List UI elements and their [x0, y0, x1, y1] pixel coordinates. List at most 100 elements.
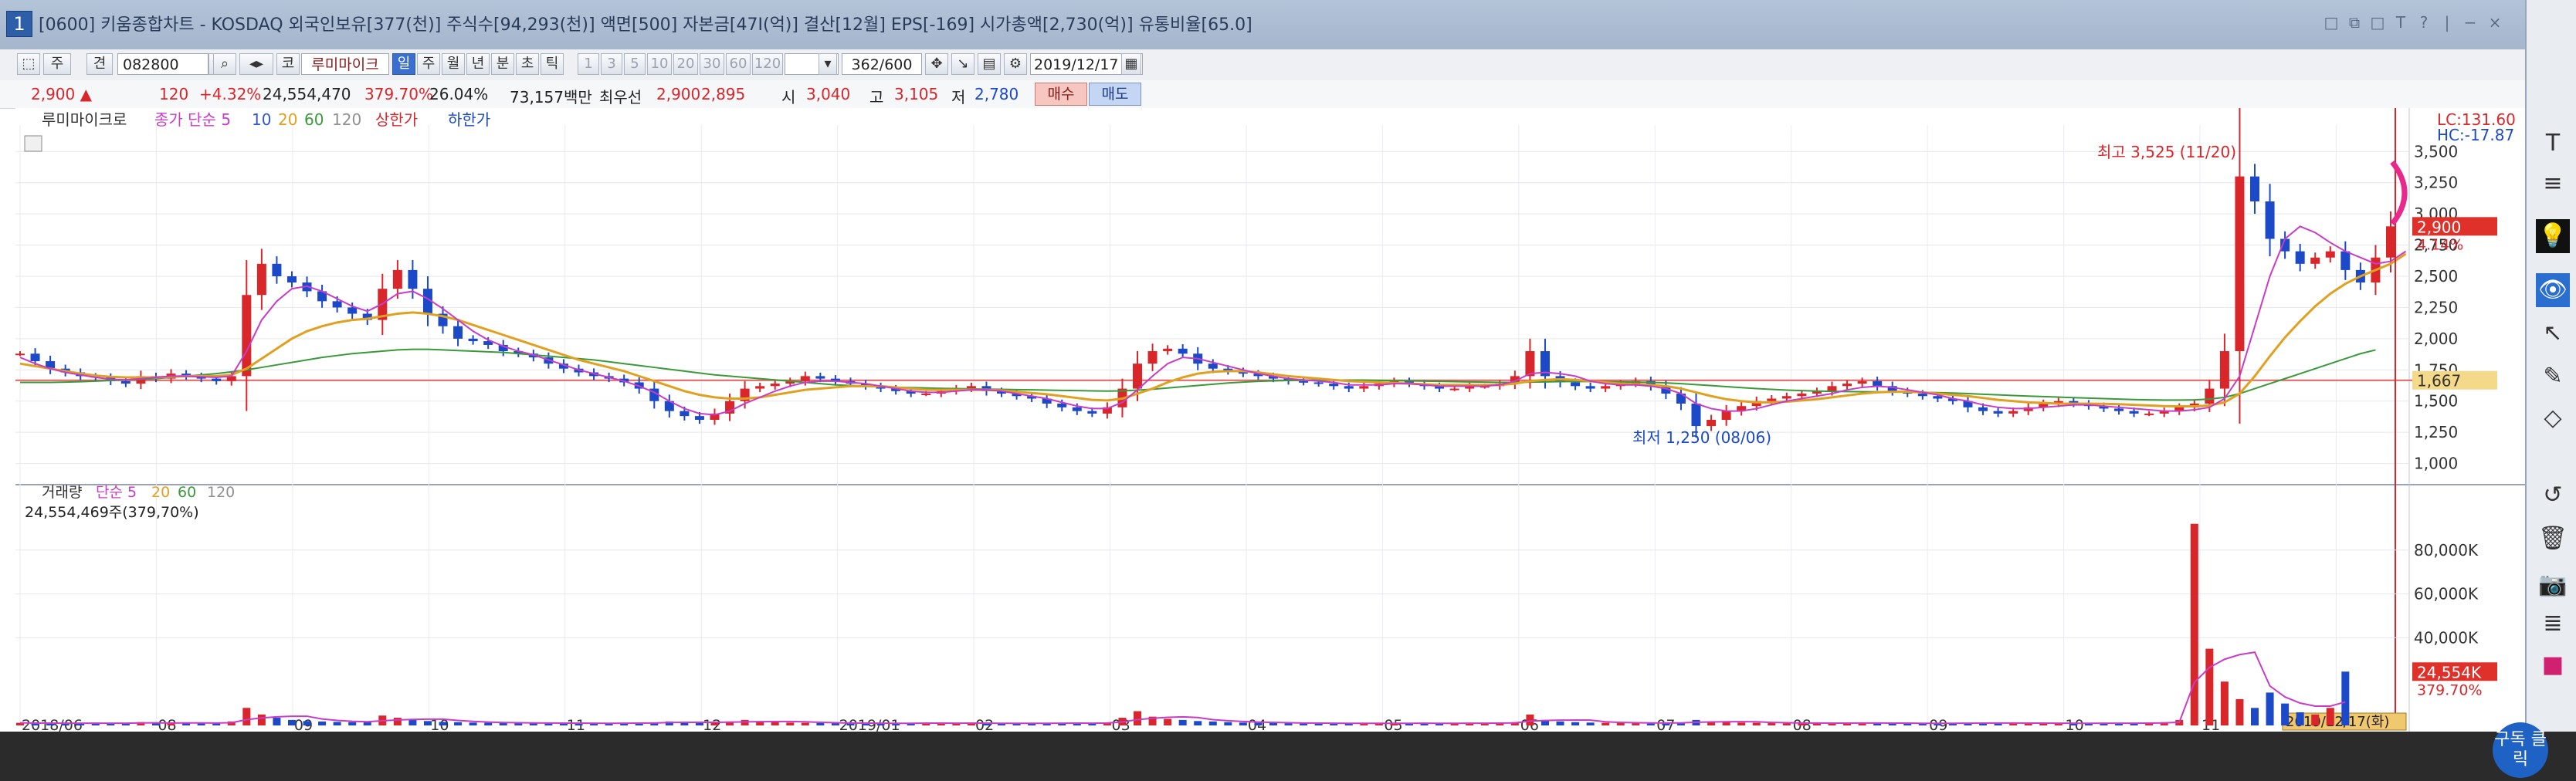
bottom-bar [0, 732, 2576, 781]
volume-bar [303, 721, 311, 725]
search-icon[interactable]: ⌕ [213, 53, 236, 75]
minute-30-button[interactable]: 30 [700, 53, 724, 75]
period-tick-button[interactable]: 틱 [541, 53, 564, 75]
candle-body [2219, 351, 2229, 389]
candle-body [921, 394, 931, 396]
minute-60-button[interactable]: 60 [726, 53, 751, 75]
app-icon[interactable]: 1 [6, 11, 32, 37]
pen-icon[interactable]: ✎ [2536, 360, 2570, 394]
minute-120-button[interactable]: 120 [752, 53, 783, 75]
minimize-icon[interactable]: − [2460, 12, 2480, 32]
minute-1-button[interactable]: 1 [578, 53, 599, 75]
camera-icon[interactable]: 📷 [2536, 568, 2570, 602]
period-week-button[interactable]: 주 [417, 53, 440, 75]
pct-tag: 4.14% [2417, 236, 2463, 253]
stock-prefix-button[interactable]: 코 [276, 53, 300, 75]
minute-3-button[interactable]: 3 [601, 53, 622, 75]
gear-icon[interactable]: ⚙ [1004, 53, 1027, 75]
main-menu-button[interactable]: 주 [43, 53, 71, 75]
volume-bar [318, 721, 327, 725]
trend-icon[interactable]: ↘ [951, 53, 974, 75]
period-year-button[interactable]: 년 [466, 53, 490, 75]
candle-body [2129, 411, 2139, 414]
volume-bar [363, 722, 371, 725]
candle-body [1344, 386, 1354, 389]
volume-bar [771, 722, 779, 725]
grid-toggle-icon[interactable] [24, 135, 42, 152]
crosshair-icon[interactable]: ✥ [925, 53, 948, 75]
save-icon[interactable]: ▤ [978, 53, 1001, 75]
bid-price: 2,895 [701, 85, 746, 103]
candle-body [30, 353, 40, 361]
candle-body [1525, 351, 1535, 377]
volume-ratio: 379.70% [364, 85, 433, 103]
volume-bar [393, 718, 402, 725]
data-count-field[interactable]: 362/600 [842, 53, 922, 75]
candle-body [1691, 403, 1701, 427]
candle-body [2386, 226, 2395, 258]
volume-legend-ma5: 단순 5 [96, 484, 137, 501]
price-tick-label: 1,500 [2414, 392, 2458, 411]
period-minute-button[interactable]: 분 [491, 53, 514, 75]
minute-20-button[interactable]: 20 [673, 53, 698, 75]
eraser-icon[interactable]: ◇ [2536, 401, 2570, 435]
window-title: [0600] 키움종합차트 - KOSDAQ 외국인보유[377(천)] 주식수… [39, 15, 1252, 35]
period-month-button[interactable]: 월 [442, 53, 465, 75]
candle-body [212, 378, 222, 381]
close-icon[interactable]: × [2485, 12, 2505, 32]
volume-bar [423, 721, 432, 725]
candle-body [332, 301, 342, 308]
subscribe-watermark: 구독 클릭 [2493, 722, 2548, 778]
prev-next-icon[interactable]: ◂▸ [239, 53, 273, 75]
sell-button[interactable]: 매도 [1089, 83, 1141, 106]
candle-body [2008, 411, 2018, 414]
layout-icon[interactable]: ⬚ [17, 53, 40, 75]
stock-name-field[interactable]: 루미마이크 [301, 53, 389, 75]
candle-body [815, 376, 825, 379]
low-label: 저 [951, 88, 966, 106]
buy-button[interactable]: 매수 [1035, 83, 1087, 106]
period-second-button[interactable]: 초 [516, 53, 539, 75]
text-icon[interactable]: T [2391, 12, 2411, 32]
candle-body [2144, 413, 2154, 415]
calendar-icon[interactable]: ▦ [1121, 53, 1141, 75]
candle-body [2295, 251, 2305, 264]
text-tool-icon[interactable]: T [2536, 127, 2570, 161]
period-type-button[interactable]: 견 [86, 53, 113, 75]
lightbulb-icon[interactable]: 💡 [2536, 219, 2570, 253]
stock-code-input[interactable]: 082800 [117, 53, 208, 75]
candle-body [1299, 380, 1309, 383]
volume-legend-ma60: 60 [178, 484, 196, 501]
chevron-down-icon[interactable]: ▾ [819, 53, 837, 75]
menu-icon[interactable]: ≣ [2536, 607, 2570, 641]
tile-icon[interactable]: ⧉ [2344, 12, 2364, 32]
undo-icon[interactable]: ↺ [2536, 478, 2570, 512]
list-tool-icon[interactable]: ≡ [2536, 167, 2570, 201]
legend-ma10: 10 [252, 110, 271, 129]
legend-lower-limit: 하한가 [448, 110, 490, 129]
restore-icon[interactable]: □ [2321, 12, 2341, 32]
candle-body [120, 380, 130, 384]
volume-bar [1752, 722, 1761, 725]
volume-bar [1586, 722, 1595, 725]
color-palette-icon[interactable]: ■ [2536, 648, 2570, 682]
candle-body [680, 411, 690, 417]
candle-body [1329, 384, 1339, 387]
minute-10-button[interactable]: 10 [647, 53, 672, 75]
separator-icon: | [2444, 13, 2450, 32]
price-tick-label: 2,000 [2414, 330, 2458, 348]
volume-bar [1602, 722, 1610, 725]
candle-body [1978, 407, 1988, 411]
frame-icon[interactable]: □ [2368, 12, 2388, 32]
eye-icon[interactable]: 👁 [2536, 273, 2570, 307]
volume-legend-ma20: 20 [151, 484, 170, 501]
pointer-icon[interactable]: ↖ [2536, 316, 2570, 350]
candle-body [1178, 348, 1188, 354]
stock-chart[interactable]: 3,5003,2503,0002,7502,5002,2502,0001,750… [15, 108, 2525, 732]
minute-5-button[interactable]: 5 [624, 53, 646, 75]
price-change-pct: +4.32% [199, 85, 262, 103]
period-day-button[interactable]: 일 [392, 53, 415, 75]
help-icon[interactable]: ? [2414, 12, 2434, 32]
trash-icon[interactable]: 🗑 [2536, 522, 2570, 556]
volume-bar [1526, 714, 1534, 725]
